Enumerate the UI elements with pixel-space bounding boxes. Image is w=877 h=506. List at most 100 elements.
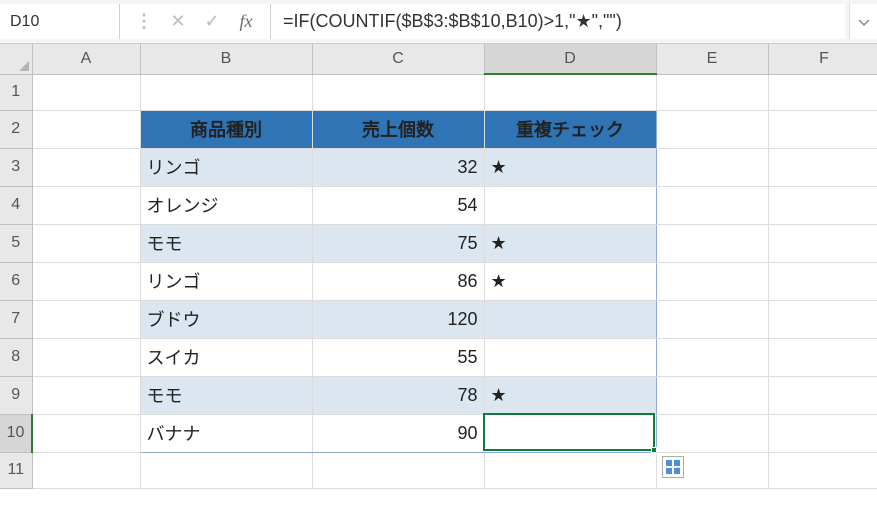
cell-b5[interactable]: モモ — [140, 224, 312, 262]
formula-cancel-button: ✕ — [168, 11, 188, 32]
row-head-7[interactable]: 7 — [0, 300, 32, 338]
column-header-row: A B C D E F — [0, 44, 877, 74]
cell-b8[interactable]: スイカ — [140, 338, 312, 376]
row-5: 5 モモ 75 ★ — [0, 224, 877, 262]
row-head-2[interactable]: 2 — [0, 110, 32, 148]
row-4: 4 オレンジ 54 — [0, 186, 877, 224]
cell-e10[interactable] — [656, 414, 768, 452]
row-6: 6 リンゴ 86 ★ — [0, 262, 877, 300]
worksheet[interactable]: A B C D E F 1 2 商品種別 売上個数 重複チェック 3 リンゴ 3… — [0, 44, 877, 506]
col-head-a[interactable]: A — [32, 44, 140, 74]
cell-e3[interactable] — [656, 148, 768, 186]
row-head-6[interactable]: 6 — [0, 262, 32, 300]
cell-c5[interactable]: 75 — [312, 224, 484, 262]
cell-d2[interactable]: 重複チェック — [484, 110, 656, 148]
cell-f8[interactable] — [768, 338, 877, 376]
cell-e4[interactable] — [656, 186, 768, 224]
row-head-4[interactable]: 4 — [0, 186, 32, 224]
cell-f9[interactable] — [768, 376, 877, 414]
cell-c11[interactable] — [312, 452, 484, 488]
row-head-3[interactable]: 3 — [0, 148, 32, 186]
cell-e6[interactable] — [656, 262, 768, 300]
cell-f6[interactable] — [768, 262, 877, 300]
cell-c7[interactable]: 120 — [312, 300, 484, 338]
row-head-11[interactable]: 11 — [0, 452, 32, 488]
cell-e1[interactable] — [656, 74, 768, 110]
cell-b4[interactable]: オレンジ — [140, 186, 312, 224]
col-head-f[interactable]: F — [768, 44, 877, 74]
cell-d6[interactable]: ★ — [484, 262, 656, 300]
formula-cancel-icon: ⋮ — [134, 11, 154, 32]
cell-c4[interactable]: 54 — [312, 186, 484, 224]
cell-d5[interactable]: ★ — [484, 224, 656, 262]
row-head-10[interactable]: 10 — [0, 414, 32, 452]
cell-c8[interactable]: 55 — [312, 338, 484, 376]
cell-b6[interactable]: リンゴ — [140, 262, 312, 300]
cell-f5[interactable] — [768, 224, 877, 262]
cell-f4[interactable] — [768, 186, 877, 224]
cell-f10[interactable] — [768, 414, 877, 452]
cell-a10[interactable] — [32, 414, 140, 452]
cell-f3[interactable] — [768, 148, 877, 186]
cell-d10[interactable] — [484, 414, 656, 452]
select-all-corner[interactable] — [0, 44, 32, 74]
cell-e7[interactable] — [656, 300, 768, 338]
cell-f11[interactable] — [768, 452, 877, 488]
cell-b10[interactable]: バナナ — [140, 414, 312, 452]
row-head-8[interactable]: 8 — [0, 338, 32, 376]
col-head-c[interactable]: C — [312, 44, 484, 74]
col-head-d[interactable]: D — [484, 44, 656, 74]
cell-b11[interactable] — [140, 452, 312, 488]
cell-c9[interactable]: 78 — [312, 376, 484, 414]
row-1: 1 — [0, 74, 877, 110]
row-11: 11 — [0, 452, 877, 488]
cell-b7[interactable]: ブドウ — [140, 300, 312, 338]
formula-bar-expand-icon[interactable] — [849, 4, 877, 39]
cell-d11[interactable] — [484, 452, 656, 488]
cell-e2[interactable] — [656, 110, 768, 148]
cell-a1[interactable] — [32, 74, 140, 110]
cell-d7[interactable] — [484, 300, 656, 338]
cell-c1[interactable] — [312, 74, 484, 110]
name-box-container — [0, 4, 120, 39]
col-head-b[interactable]: B — [140, 44, 312, 74]
cell-a8[interactable] — [32, 338, 140, 376]
cell-c10[interactable]: 90 — [312, 414, 484, 452]
row-8: 8 スイカ 55 — [0, 338, 877, 376]
autofill-options-icon[interactable]: + — [662, 456, 684, 478]
fx-button[interactable]: fx — [236, 11, 256, 32]
cell-d4[interactable] — [484, 186, 656, 224]
cell-a7[interactable] — [32, 300, 140, 338]
cell-e8[interactable] — [656, 338, 768, 376]
cell-a5[interactable] — [32, 224, 140, 262]
cell-d8[interactable] — [484, 338, 656, 376]
cell-b3[interactable]: リンゴ — [140, 148, 312, 186]
formula-input[interactable] — [271, 4, 845, 39]
cell-b1[interactable] — [140, 74, 312, 110]
cell-c2[interactable]: 売上個数 — [312, 110, 484, 148]
cell-f1[interactable] — [768, 74, 877, 110]
cell-b9[interactable]: モモ — [140, 376, 312, 414]
cell-a4[interactable] — [32, 186, 140, 224]
cell-e5[interactable] — [656, 224, 768, 262]
formula-enter-button: ✓ — [202, 11, 222, 32]
cell-a3[interactable] — [32, 148, 140, 186]
cell-a9[interactable] — [32, 376, 140, 414]
cell-a2[interactable] — [32, 110, 140, 148]
cell-d9[interactable]: ★ — [484, 376, 656, 414]
row-head-5[interactable]: 5 — [0, 224, 32, 262]
cell-e9[interactable] — [656, 376, 768, 414]
row-head-1[interactable]: 1 — [0, 74, 32, 110]
cell-c3[interactable]: 32 — [312, 148, 484, 186]
cell-a11[interactable] — [32, 452, 140, 488]
row-7: 7 ブドウ 120 — [0, 300, 877, 338]
cell-f7[interactable] — [768, 300, 877, 338]
cell-f2[interactable] — [768, 110, 877, 148]
col-head-e[interactable]: E — [656, 44, 768, 74]
cell-d1[interactable] — [484, 74, 656, 110]
cell-b2[interactable]: 商品種別 — [140, 110, 312, 148]
cell-c6[interactable]: 86 — [312, 262, 484, 300]
cell-a6[interactable] — [32, 262, 140, 300]
row-head-9[interactable]: 9 — [0, 376, 32, 414]
cell-d3[interactable]: ★ — [484, 148, 656, 186]
